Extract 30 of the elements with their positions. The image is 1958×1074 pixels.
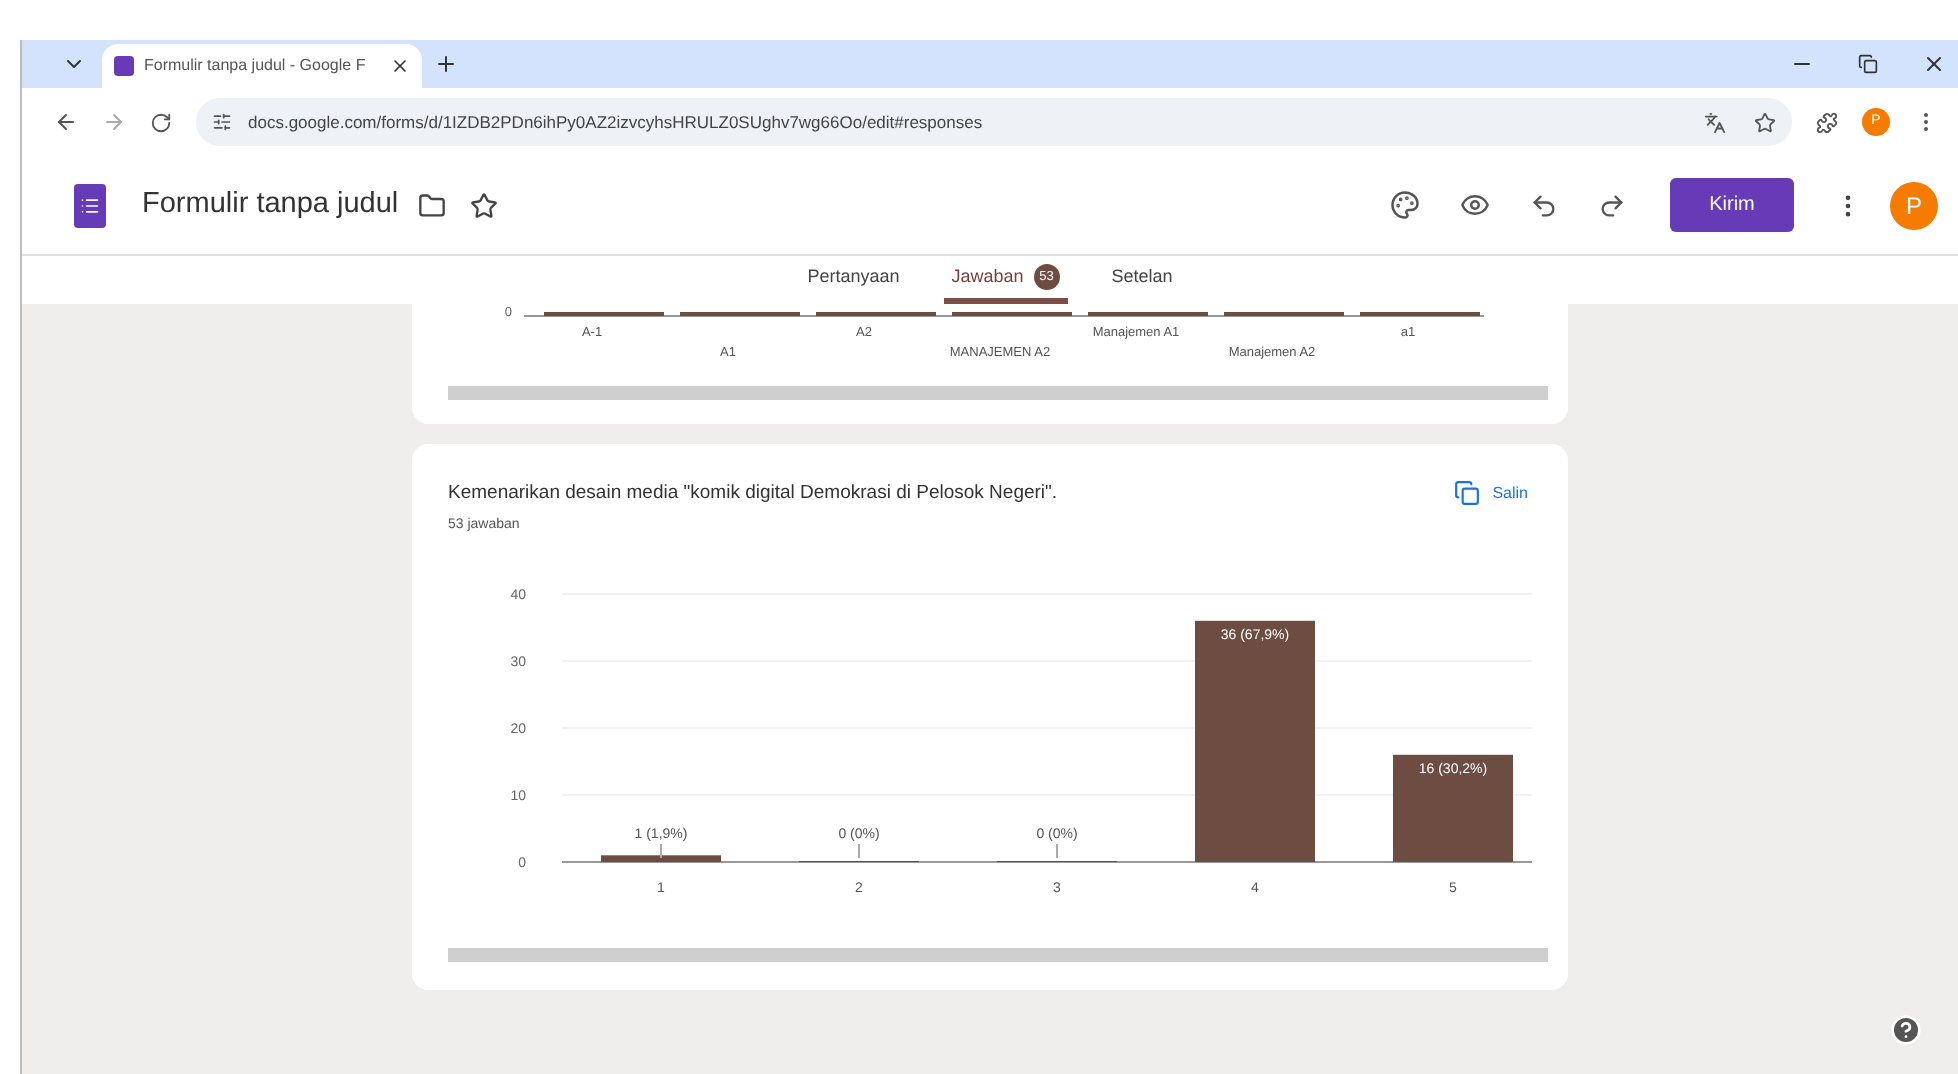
back-icon[interactable] [54, 110, 78, 134]
extensions-icon[interactable] [1816, 111, 1838, 133]
browser-tab[interactable]: Formulir tanpa judul - Google F [102, 44, 422, 88]
copy-icon [1454, 480, 1481, 506]
close-icon[interactable] [390, 56, 410, 76]
reload-icon[interactable] [150, 111, 172, 133]
restore-icon[interactable] [1858, 54, 1878, 74]
palette-icon[interactable] [1390, 190, 1420, 220]
tab-title: Formulir tanpa judul - Google F [144, 54, 368, 78]
star-icon[interactable] [1754, 111, 1776, 133]
new-tab-icon[interactable] [434, 52, 458, 76]
send-button[interactable]: Kirim [1670, 178, 1794, 232]
undo-icon[interactable] [1530, 191, 1558, 219]
form-title[interactable]: Formulir tanpa judul [142, 183, 399, 227]
help-icon[interactable] [1890, 1014, 1922, 1046]
question-title: Kemenarikan desain media "komik digital Demokrasi di Pelosok Negeri". [448, 480, 1060, 508]
copy-button[interactable]: Salin [1454, 480, 1528, 506]
tab[interactable]: Setelan [1103, 256, 1181, 304]
close-icon[interactable] [1922, 52, 1946, 76]
tab[interactable]: Pertanyaan [799, 256, 908, 304]
forms-logo-icon [114, 56, 134, 76]
address-bar[interactable]: docs.google.com/forms/d/1IZDB2PDn6ihPy0AZ2izvcyhsHRULZ0SUghv7wg66Oo/edit#responses [196, 98, 1792, 146]
translate-icon[interactable] [1704, 111, 1726, 133]
star-icon[interactable] [470, 191, 499, 219]
folder-icon[interactable] [418, 191, 447, 219]
forms-logo-icon[interactable] [74, 183, 106, 227]
redo-icon[interactable] [1598, 191, 1626, 219]
url-text: docs.google.com/forms/d/1IZDB2PDn6ihPy0AZ2izvcyhsHRULZ0SUghv7wg66Oo/edit#responses [248, 109, 985, 135]
preview-icon[interactable] [1460, 190, 1490, 220]
site-settings-icon[interactable] [212, 112, 232, 132]
